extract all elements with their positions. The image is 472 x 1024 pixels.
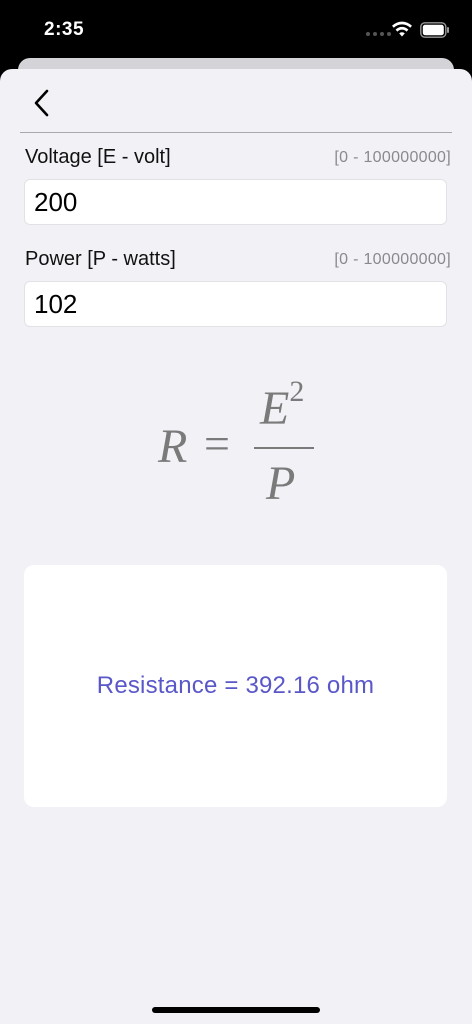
- chevron-left-icon: [34, 89, 49, 117]
- formula-numerator-base: E: [260, 382, 290, 435]
- formula-fraction-bar: [254, 447, 314, 449]
- status-bar: 2:35: [0, 0, 472, 58]
- formula-denominator: P: [266, 457, 296, 510]
- power-label: Power [P - watts]: [25, 248, 176, 270]
- formula-numerator: E2: [260, 375, 304, 436]
- battery-icon: [420, 22, 449, 38]
- result-card: Resistance = 392.16 ohm: [24, 565, 447, 807]
- header-divider: [20, 132, 452, 133]
- power-input[interactable]: [24, 281, 447, 327]
- voltage-input[interactable]: [24, 179, 447, 225]
- voltage-range: [0 - 100000000]: [334, 149, 451, 166]
- status-time: 2:35: [44, 19, 85, 40]
- home-indicator: [152, 1007, 320, 1013]
- back-button[interactable]: [26, 83, 58, 123]
- result-text: Resistance = 392.16 ohm: [96, 672, 375, 699]
- voltage-label: Voltage [E - volt]: [25, 146, 171, 168]
- formula-exponent: 2: [289, 375, 305, 408]
- formula-equals: =: [204, 418, 230, 469]
- signal-dots-icon: [366, 32, 391, 36]
- formula-lhs: R: [158, 420, 188, 473]
- calculator-sheet: Voltage [E - volt] [0 - 100000000] Power…: [0, 69, 472, 1024]
- resistance-formula: R = E2 P: [158, 375, 328, 511]
- wifi-icon: [392, 21, 412, 37]
- power-range: [0 - 100000000]: [334, 251, 451, 268]
